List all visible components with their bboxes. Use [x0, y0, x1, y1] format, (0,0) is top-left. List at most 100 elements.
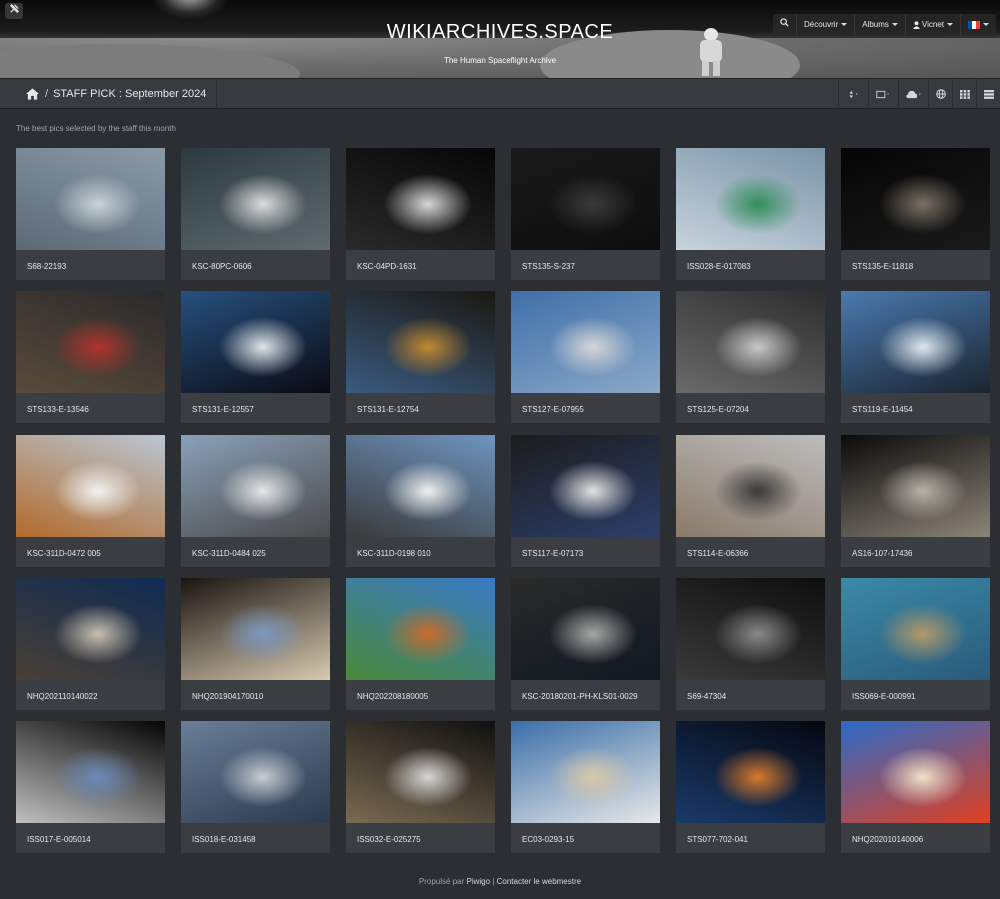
photo-card[interactable]: STS135-S-237	[511, 148, 660, 280]
photo-thumbnail[interactable]	[841, 435, 990, 537]
contact-webmaster-link[interactable]: Contacter le webmestre	[497, 877, 581, 886]
discover-menu[interactable]: Découvrir	[796, 14, 854, 36]
photo-card[interactable]: ISS017-E-005014	[16, 721, 165, 853]
photo-card[interactable]: KSC-311D-0484 025	[181, 435, 330, 567]
photo-caption[interactable]: STS114-E-06366	[687, 549, 748, 558]
photo-caption[interactable]: STS135-E-11818	[852, 262, 913, 271]
photo-card[interactable]: STS114-E-06366	[676, 435, 825, 567]
photo-thumbnail[interactable]	[841, 291, 990, 393]
photo-caption[interactable]: STS125-E-07204	[687, 405, 749, 414]
photo-card[interactable]: S68-22193	[16, 148, 165, 280]
photo-thumbnail[interactable]	[841, 578, 990, 680]
photo-caption[interactable]: KSC-20180201-PH-KLS01-0029	[522, 692, 638, 701]
photo-card[interactable]: STS131-E-12557	[181, 291, 330, 423]
photo-caption[interactable]: STS135-S-237	[522, 262, 575, 271]
photo-thumbnail[interactable]	[346, 148, 495, 250]
photo-thumbnail[interactable]	[181, 291, 330, 393]
photo-thumbnail[interactable]	[676, 578, 825, 680]
photo-thumbnail[interactable]	[181, 148, 330, 250]
photo-caption[interactable]: KSC-04PD-1631	[357, 262, 417, 271]
home-icon[interactable]	[26, 88, 39, 100]
breadcrumb-current[interactable]: STAFF PICK : September 2024	[53, 88, 206, 100]
photo-caption[interactable]: S68-22193	[27, 262, 66, 271]
search-icon[interactable]	[773, 14, 796, 36]
photo-card[interactable]: STS127-E-07955	[511, 291, 660, 423]
photo-card[interactable]: STS117-E-07173	[511, 435, 660, 567]
photo-caption[interactable]: ISS018-E-031458	[192, 835, 256, 844]
photo-card[interactable]: NHQ202208180005	[346, 578, 495, 710]
photo-card[interactable]: ISS069-E-000991	[841, 578, 990, 710]
photo-thumbnail[interactable]	[511, 578, 660, 680]
photo-caption[interactable]: NHQ202110140022	[27, 692, 98, 701]
photo-thumbnail[interactable]	[676, 148, 825, 250]
image-size-icon[interactable]	[868, 79, 898, 109]
language-menu[interactable]	[960, 14, 996, 36]
photo-caption[interactable]: NHQ202010140006	[852, 835, 923, 844]
photo-thumbnail[interactable]	[511, 435, 660, 537]
photo-thumbnail[interactable]	[511, 721, 660, 823]
photo-thumbnail[interactable]	[181, 578, 330, 680]
photo-thumbnail[interactable]	[346, 578, 495, 680]
photo-thumbnail[interactable]	[841, 721, 990, 823]
photo-card[interactable]: STS131-E-12754	[346, 291, 495, 423]
grid-icon[interactable]	[952, 79, 976, 109]
photo-caption[interactable]: KSC-311D-0198 010	[357, 549, 431, 558]
photo-caption[interactable]: ISS028-E-017083	[687, 262, 751, 271]
photo-thumbnail[interactable]	[346, 435, 495, 537]
photo-caption[interactable]: STS133-E-13546	[27, 405, 89, 414]
piwigo-link[interactable]: Piwigo	[466, 877, 490, 886]
photo-caption[interactable]: STS119-E-11454	[852, 405, 913, 414]
photo-caption[interactable]: KSC-311D-0484 025	[192, 549, 266, 558]
photo-card[interactable]: STS133-E-13546	[16, 291, 165, 423]
photo-card[interactable]: KSC-311D-0198 010	[346, 435, 495, 567]
tools-icon[interactable]	[5, 3, 23, 19]
photo-card[interactable]: KSC-04PD-1631	[346, 148, 495, 280]
photo-card[interactable]: STS119-E-11454	[841, 291, 990, 423]
photo-caption[interactable]: AS16-107-17436	[852, 549, 913, 558]
photo-caption[interactable]: STS127-E-07955	[522, 405, 584, 414]
photo-card[interactable]: KSC-311D-0472 005	[16, 435, 165, 567]
photo-card[interactable]: EC03-0293-15	[511, 721, 660, 853]
photo-thumbnail[interactable]	[676, 721, 825, 823]
photo-caption[interactable]: STS131-E-12557	[192, 405, 254, 414]
photo-thumbnail[interactable]	[676, 435, 825, 537]
photo-caption[interactable]: S69-47304	[687, 692, 726, 701]
photo-thumbnail[interactable]	[676, 291, 825, 393]
photo-caption[interactable]: STS131-E-12754	[357, 405, 419, 414]
photo-caption[interactable]: EC03-0293-15	[522, 835, 574, 844]
photo-thumbnail[interactable]	[16, 148, 165, 250]
photo-thumbnail[interactable]	[16, 291, 165, 393]
list-icon[interactable]	[976, 79, 1000, 109]
photo-caption[interactable]: NHQ201904170010	[192, 692, 263, 701]
photo-card[interactable]: ISS032-E-025275	[346, 721, 495, 853]
photo-card[interactable]: S69-47304	[676, 578, 825, 710]
sort-icon[interactable]	[838, 79, 868, 109]
globe-icon[interactable]	[928, 79, 952, 109]
photo-caption[interactable]: STS077-702-041	[687, 835, 748, 844]
photo-card[interactable]: STS135-E-11818	[841, 148, 990, 280]
photo-caption[interactable]: KSC-80PC-0606	[192, 262, 252, 271]
photo-caption[interactable]: ISS032-E-025275	[357, 835, 421, 844]
photo-caption[interactable]: ISS017-E-005014	[27, 835, 91, 844]
photo-card[interactable]: STS077-702-041	[676, 721, 825, 853]
photo-thumbnail[interactable]	[181, 721, 330, 823]
photo-thumbnail[interactable]	[346, 721, 495, 823]
photo-caption[interactable]: KSC-311D-0472 005	[27, 549, 101, 558]
photo-card[interactable]: NHQ201904170010	[181, 578, 330, 710]
photo-caption[interactable]: STS117-E-07173	[522, 549, 583, 558]
user-menu[interactable]: Vicnet	[904, 14, 960, 36]
photo-card[interactable]: ISS018-E-031458	[181, 721, 330, 853]
photo-thumbnail[interactable]	[511, 291, 660, 393]
photo-card[interactable]: NHQ202010140006	[841, 721, 990, 853]
photo-card[interactable]: ISS028-E-017083	[676, 148, 825, 280]
photo-card[interactable]: KSC-80PC-0606	[181, 148, 330, 280]
photo-thumbnail[interactable]	[511, 148, 660, 250]
albums-menu[interactable]: Albums	[854, 14, 905, 36]
download-icon[interactable]	[898, 79, 928, 109]
photo-caption[interactable]: ISS069-E-000991	[852, 692, 916, 701]
photo-caption[interactable]: NHQ202208180005	[357, 692, 428, 701]
photo-thumbnail[interactable]	[841, 148, 990, 250]
photo-thumbnail[interactable]	[16, 435, 165, 537]
photo-thumbnail[interactable]	[346, 291, 495, 393]
photo-thumbnail[interactable]	[16, 721, 165, 823]
